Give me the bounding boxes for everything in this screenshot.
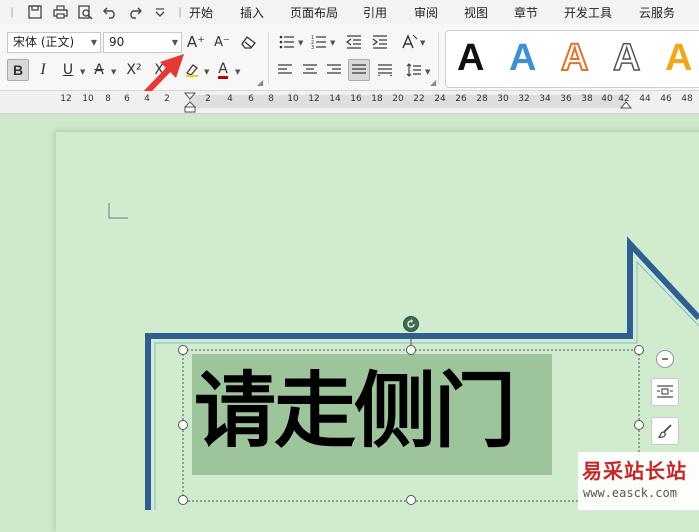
- watermark-url: www.easck.com: [583, 486, 677, 500]
- selection-frame: [182, 333, 640, 502]
- resize-handle-right[interactable]: [634, 420, 644, 430]
- resize-handle-left[interactable]: [178, 420, 188, 430]
- watermark-title: 易采站长站: [582, 459, 687, 483]
- paintbrush-icon: [657, 424, 672, 438]
- site-watermark: 易采站长站 www.easck.com: [578, 452, 699, 510]
- resize-handle-bottom-left[interactable]: [178, 495, 188, 505]
- resize-handle-top-right[interactable]: [634, 345, 644, 355]
- layout-options-icon: [657, 385, 673, 398]
- rotate-handle-icon[interactable]: [403, 316, 419, 332]
- shape-style-button[interactable]: [651, 417, 679, 445]
- resize-handle-top-left[interactable]: [178, 345, 188, 355]
- layout-options-button[interactable]: [651, 378, 679, 406]
- collapse-icon[interactable]: [656, 350, 674, 368]
- resize-handle-top[interactable]: [406, 345, 416, 355]
- resize-handle-bottom[interactable]: [406, 495, 416, 505]
